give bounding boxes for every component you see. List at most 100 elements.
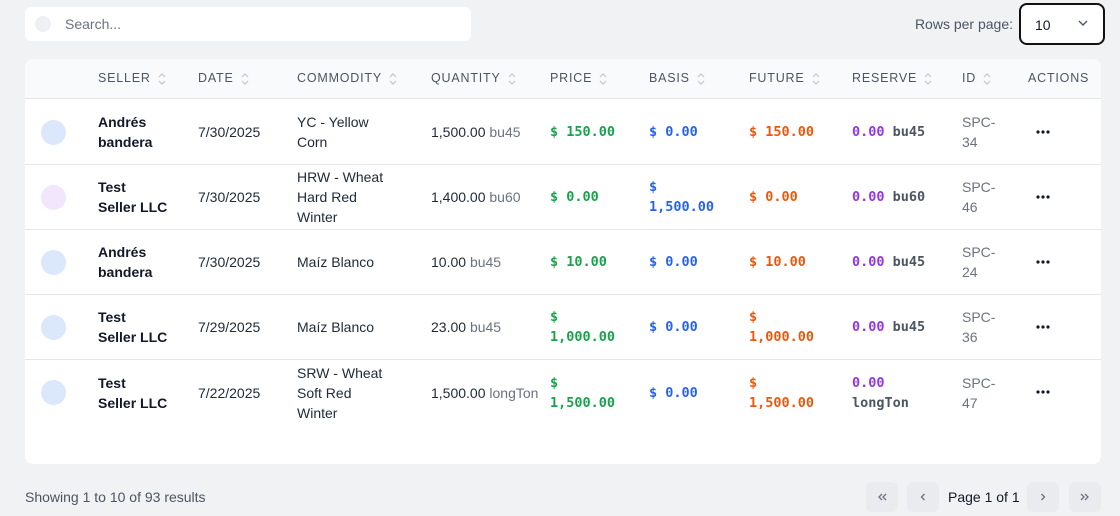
date-text: 7/30/2025: [198, 189, 261, 205]
column-header-label: SELLER: [98, 71, 151, 85]
reserve-cell: 0.00 longTon: [852, 360, 944, 425]
date-cell: 7/30/2025: [198, 230, 293, 294]
quantity-value: 1,400.00: [431, 189, 486, 205]
basis-value-line: $ 0.00: [649, 124, 698, 140]
column-header-future[interactable]: FUTURE: [749, 71, 821, 86]
column-header-basis[interactable]: BASIS: [649, 71, 706, 86]
column-header-label: QUANTITY: [431, 71, 501, 85]
date-cell: 7/30/2025: [198, 100, 293, 164]
table-header: SELLER DATE COMMODITY QUANTITY PRICE BASIS FUT…: [25, 59, 1101, 99]
commodity-name: HRW - Wheat Hard Red Winter: [297, 165, 417, 229]
reserve-value: 0.00: [852, 319, 885, 335]
reserve-unit: bu60: [892, 189, 926, 205]
reserve-cell: 0.00 bu60: [852, 165, 944, 229]
seller-name: Test Seller LLC: [98, 165, 193, 229]
avatar: [41, 315, 66, 340]
column-header-seller[interactable]: SELLER: [98, 71, 167, 86]
reserve-unit: bu45: [892, 319, 926, 335]
commodity-name-line: Maíz Blanco: [297, 319, 375, 335]
avatar: [41, 250, 66, 275]
page-indicator: Page 1 of 1: [948, 489, 1020, 505]
more-horizontal-icon[interactable]: [1035, 195, 1051, 199]
date-text: 7/22/2025: [198, 384, 261, 401]
next-page-button[interactable]: [1027, 482, 1059, 512]
basis-value: $ 0.00: [649, 295, 744, 359]
record-id-line: 24: [962, 264, 978, 280]
basis-value-line: $ 0.00: [649, 319, 698, 335]
record-id-line: 46: [962, 199, 978, 215]
column-header-price[interactable]: PRICE: [550, 71, 608, 86]
sort-icon: [158, 73, 166, 85]
column-header-quantity[interactable]: QUANTITY: [431, 71, 517, 86]
column-header-commodity[interactable]: COMMODITY: [297, 71, 398, 86]
chevron-down-icon: [1078, 20, 1088, 26]
chevron-right-icon: [1041, 493, 1046, 501]
more-horizontal-icon[interactable]: [1035, 130, 1051, 134]
table-row[interactable]: Andrés bandera 7/30/2025 YC - Yellow Corn 1,5…: [25, 100, 1101, 165]
quantity-value: 1,500.00: [431, 124, 486, 140]
reserve-unit: longTon: [852, 394, 909, 411]
record-id-line: SPC-: [962, 114, 996, 130]
rows-per-page-select[interactable]: 10: [1019, 3, 1105, 45]
commodity-name-line: Maíz Blanco: [297, 254, 375, 270]
more-horizontal-icon[interactable]: [1035, 390, 1051, 394]
rows-per-page-label: Rows per page:: [914, 16, 1013, 32]
basis-value: $ 0.00: [649, 230, 744, 294]
future-value-line: $ 0.00: [749, 189, 798, 205]
price-value: $ 150.00: [550, 100, 642, 164]
chevrons-right-icon: [1080, 493, 1089, 501]
record-id: SPC- 47: [962, 360, 1012, 425]
seller-name: Test Seller LLC: [98, 360, 193, 425]
prev-page-button[interactable]: [907, 482, 939, 512]
more-horizontal-icon[interactable]: [1035, 325, 1051, 329]
future-value: $1,500.00: [749, 360, 844, 425]
reserve-cell: 0.00 bu45: [852, 230, 944, 294]
seller-name-line: Andrés: [98, 114, 147, 130]
search-box[interactable]: [25, 7, 471, 41]
quantity-cell: 23.00 bu45: [431, 295, 541, 359]
table-row[interactable]: Andrés bandera 7/30/2025 Maíz Blanco 10.00 b…: [25, 230, 1101, 295]
search-input[interactable]: [25, 7, 471, 41]
date-text: 7/30/2025: [198, 254, 261, 270]
basis-value-line: $ 0.00: [649, 254, 698, 270]
column-header-reserve[interactable]: RESERVE: [852, 71, 933, 86]
price-value: $1,000.00: [550, 295, 642, 359]
price-value-line: $: [550, 374, 559, 391]
quantity-value: 1,500.00: [431, 384, 486, 401]
quantity-unit: bu45: [489, 124, 521, 140]
basis-value: $1,500.00: [649, 165, 744, 229]
seller-name-line: Test: [98, 309, 126, 325]
column-header-id[interactable]: ID: [962, 71, 992, 86]
quantity-cell: 1,500.00 longTon: [431, 360, 541, 425]
record-id: SPC- 24: [962, 230, 1012, 294]
more-horizontal-icon[interactable]: [1035, 260, 1051, 264]
column-header-date[interactable]: DATE: [198, 71, 250, 86]
price-value-line: 1,500.00: [550, 394, 616, 411]
sort-icon: [924, 73, 932, 85]
rows-per-page-value: 10: [1035, 17, 1051, 33]
first-page-button[interactable]: [866, 482, 898, 512]
commodity-name-line: Soft Red: [297, 384, 352, 401]
reserve-value: 0.00: [852, 254, 885, 270]
seller-name-line: Seller LLC: [98, 394, 168, 411]
column-header-label: RESERVE: [852, 71, 918, 85]
sort-icon: [389, 73, 397, 85]
seller-name: Andrés bandera: [98, 100, 193, 164]
reserve-value: 0.00: [852, 374, 885, 391]
table-row[interactable]: Test Seller LLC 7/30/2025 HRW - Wheat Hard R…: [25, 165, 1101, 230]
column-header-actions: ACTIONS: [1028, 71, 1089, 85]
future-value-line: 1,500.00: [749, 394, 815, 411]
commodity-name-line: HRW - Wheat: [297, 169, 384, 185]
table-row[interactable]: Test Seller LLC 7/22/2025 SRW - Wheat Soft R…: [25, 360, 1101, 425]
price-value-line: $ 0.00: [550, 189, 599, 205]
price-value: $1,500.00: [550, 360, 642, 425]
commodity-name-line: Hard Red: [297, 189, 357, 205]
last-page-button[interactable]: [1069, 482, 1101, 512]
table-row[interactable]: Test Seller LLC 7/29/2025 Maíz Blanco 23.00 …: [25, 295, 1101, 360]
chevron-left-icon: [920, 493, 925, 501]
future-value-line: $ 150.00: [749, 124, 815, 140]
column-header-label: BASIS: [649, 71, 690, 85]
record-id-line: SPC-: [962, 309, 996, 325]
future-value-line: $: [749, 309, 758, 325]
column-header-label: COMMODITY: [297, 71, 382, 85]
